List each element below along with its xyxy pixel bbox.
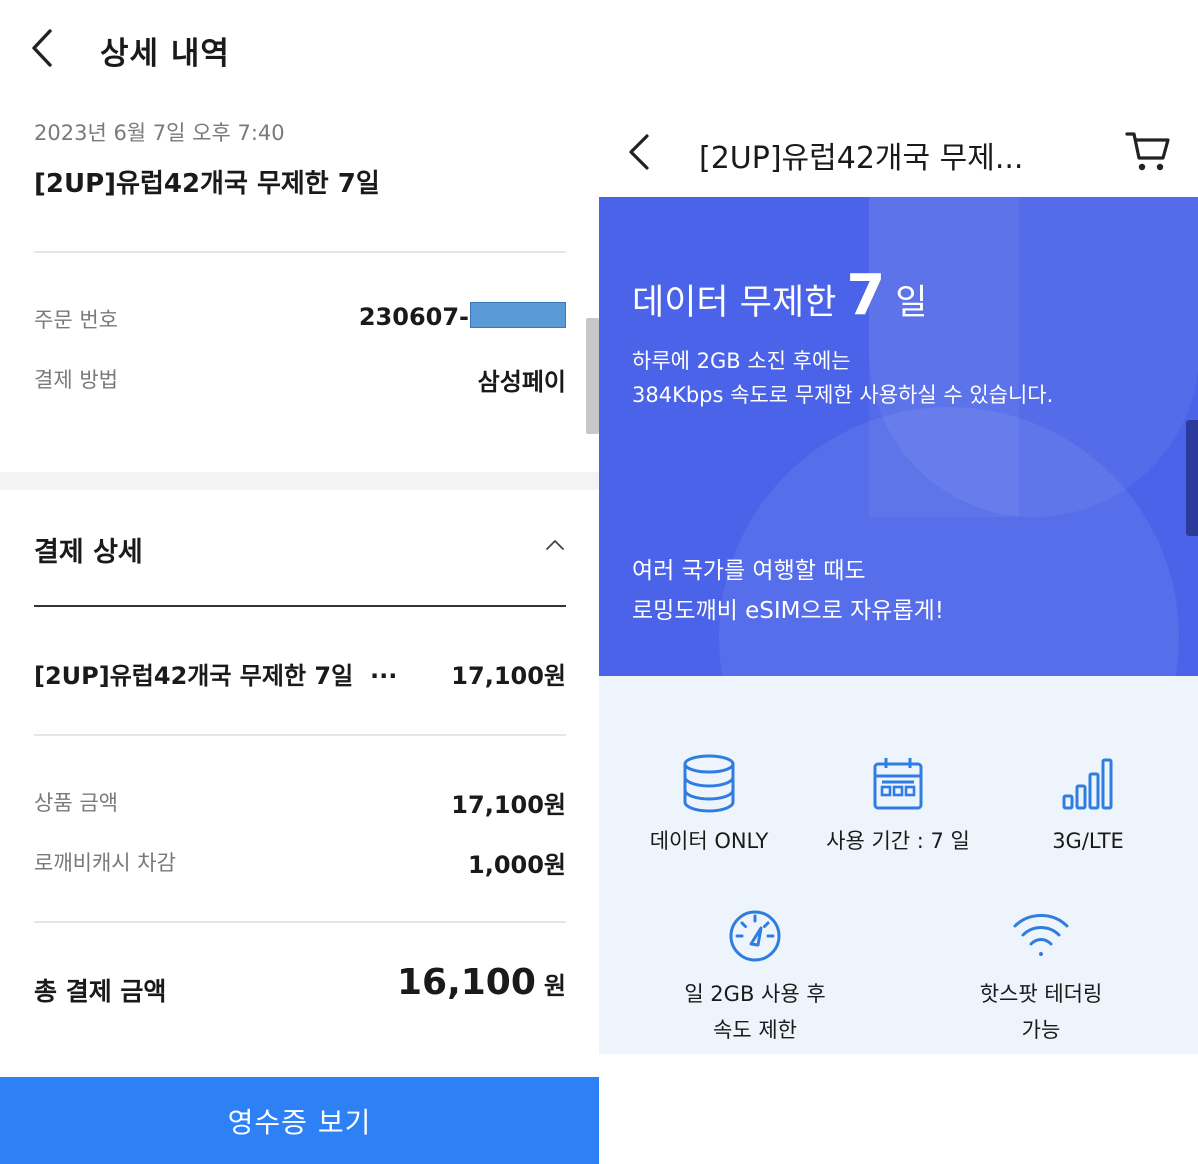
chevron-left-icon: [32, 29, 52, 67]
order-number-value: 230607-: [359, 302, 566, 331]
feature-usage-period: 사용 기간 : 7 일: [808, 756, 988, 859]
banner-line: 384Kbps 속도로 무제한 사용하실 수 있습니다.: [632, 383, 1054, 407]
feature-speed-limit: 일 2GB 사용 후 속도 제한: [665, 908, 845, 1048]
order-datetime: 2023년 6월 7일 오후 7:40: [34, 121, 285, 145]
order-number-label: 주문 번호: [34, 308, 118, 332]
header: 상세 내역: [0, 0, 599, 96]
item-ellipsis: ...: [370, 656, 398, 684]
promo-banner: 데이터 무제한 7 일 하루에 2GB 소진 후에는 384Kbps 속도로 무제한…: [599, 197, 1198, 676]
section-divider: [34, 605, 566, 607]
order-detail-panel: 상세 내역 2023년 6월 7일 오후 7:40 [2UP]유럽42개국 무제…: [0, 0, 599, 1164]
total-label: 총 결제 금액: [34, 977, 167, 1006]
feature-label: 가능: [1021, 1018, 1061, 1042]
payment-method-label: 결제 방법: [34, 368, 118, 392]
headline-number: 7: [846, 263, 886, 328]
feature-network: 3G/LTE: [998, 756, 1178, 859]
database-icon: [683, 754, 735, 813]
wifi-icon: [1013, 914, 1069, 956]
calendar-icon: [873, 758, 923, 810]
feature-grid: 데이터 ONLY 사용 기간 : 7 일 3G/LTE 일 2GB 사용 후 속…: [599, 676, 1198, 1054]
product-amount-label: 상품 금액: [34, 791, 118, 815]
item-name: [2UP]유럽42개국 무제한 7일: [34, 662, 354, 690]
feature-label: 일 2GB 사용 후: [684, 982, 826, 1006]
scrollbar-thumb[interactable]: [586, 318, 599, 434]
banner-decoration: [869, 197, 1019, 517]
cart-icon[interactable]: [1124, 128, 1172, 174]
chevron-up-icon[interactable]: [540, 530, 570, 560]
scrollbar-thumb[interactable]: [1186, 420, 1198, 536]
page-title: 상세 내역: [100, 36, 230, 72]
feature-label: 3G/LTE: [1052, 829, 1124, 853]
banner-line: 하루에 2GB 소진 후에는: [632, 349, 851, 373]
product-name: [2UP]유럽42개국 무제한 7일: [34, 169, 380, 199]
divider: [34, 734, 566, 736]
section-separator: [0, 472, 599, 490]
divider: [34, 251, 566, 253]
feature-label: 핫스팟 테더링: [979, 982, 1103, 1006]
product-amount-value: 17,100원: [451, 791, 566, 819]
product-detail-panel: [2UP]유럽42개국 무제... 데이터 무제한 7 일 하루에 2GB 소진 후…: [599, 0, 1198, 1164]
feature-label: 속도 제한: [713, 1018, 797, 1042]
back-button[interactable]: [22, 24, 62, 72]
back-button[interactable]: [619, 128, 659, 176]
headline-suffix: 일: [895, 283, 928, 323]
feature-hotspot: 핫스팟 테더링 가능: [951, 908, 1131, 1048]
speedometer-icon: [729, 910, 781, 962]
banner-line: 로밍도깨비 eSIM으로 자유롭게!: [632, 598, 944, 624]
item-price: 17,100원: [451, 662, 566, 690]
redaction-box: [470, 302, 566, 328]
cash-deduction-value: 1,000원: [468, 851, 566, 879]
order-number-text: 230607-: [358, 303, 469, 331]
payment-method-value: 삼성페이: [477, 368, 566, 396]
total-number: 16,100: [396, 962, 536, 1003]
chevron-left-icon: [629, 134, 649, 170]
banner-headline: 데이터 무제한 7 일: [632, 263, 928, 328]
divider: [34, 921, 566, 923]
feature-data-only: 데이터 ONLY: [619, 754, 799, 859]
feature-label: 데이터 ONLY: [649, 829, 769, 853]
signal-bars-icon: [1062, 758, 1113, 810]
total-amount: 16,100 원: [397, 962, 566, 1003]
feature-label: 사용 기간 : 7 일: [826, 829, 970, 853]
headline-prefix: 데이터 무제한: [632, 283, 837, 323]
payment-detail-title: 결제 상세: [34, 537, 143, 568]
cash-deduction-label: 로깨비캐시 차감: [34, 851, 176, 875]
banner-line: 여러 국가를 여행할 때도: [632, 558, 866, 584]
blank-area: [599, 1054, 1198, 1164]
page-title: [2UP]유럽42개국 무제...: [699, 141, 1024, 176]
view-receipt-button[interactable]: 영수증 보기: [0, 1077, 599, 1164]
total-unit: 원: [543, 972, 566, 1000]
